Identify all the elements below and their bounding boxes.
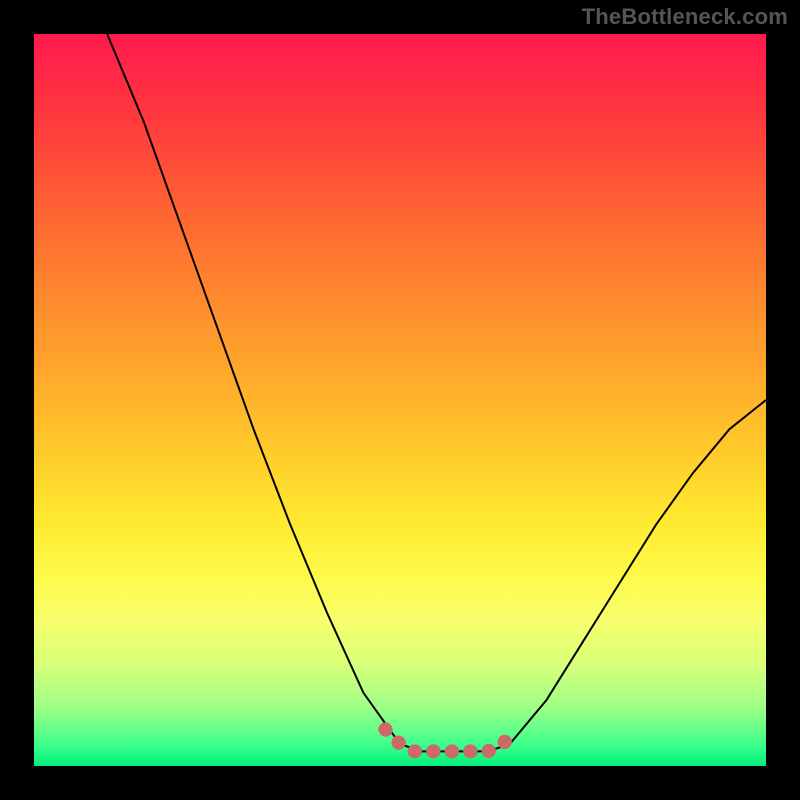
curve-left-branch (107, 34, 400, 744)
curve-right-branch (510, 400, 766, 744)
attribution-label: TheBottleneck.com (582, 4, 788, 30)
plot-area (34, 34, 766, 766)
chart-frame: TheBottleneck.com (0, 0, 800, 800)
curve-layer (34, 34, 766, 766)
